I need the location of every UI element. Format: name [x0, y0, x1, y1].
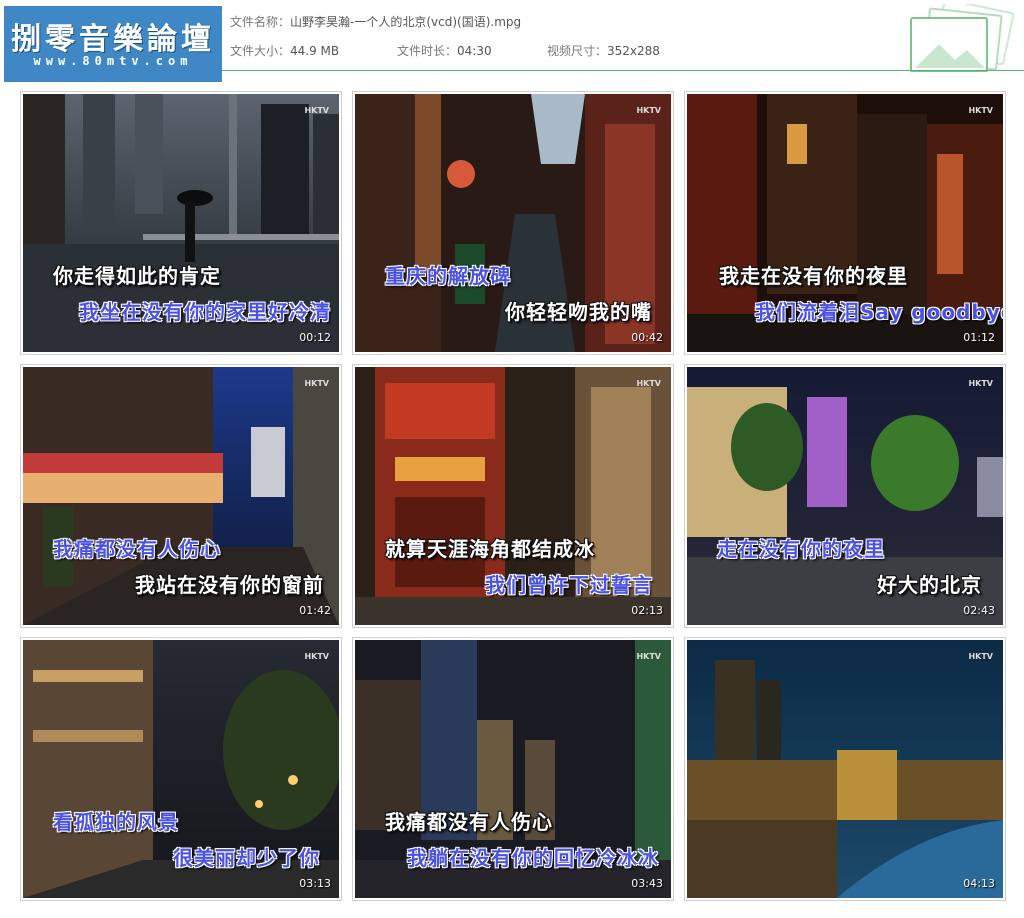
thumbnail-8-timestamp: 03:43: [631, 877, 663, 890]
thumbnail-7-timestamp: 03:13: [299, 877, 331, 890]
thumbnail-8[interactable]: HKTV 我痛都没有人伤心 我躺在没有你的回忆冷冰冰 03:43: [352, 637, 674, 901]
thumbnail-5-lyric-line2: 我们曾许下过誓言: [485, 573, 653, 597]
thumbnail-8-lyric-line1: 我痛都没有人伤心: [385, 810, 553, 834]
thumbnail-6-lyric-line2: 好大的北京: [877, 573, 982, 597]
thumbnail-3-watermark: HKTV: [968, 106, 993, 115]
thumbnail-9[interactable]: HKTV 04:13: [684, 637, 1006, 901]
thumbnail-2-watermark: HKTV: [636, 106, 661, 115]
thumbnail-8-lyric-line2: 我躺在没有你的回忆冷冰冰: [407, 846, 659, 870]
thumbnail-4-watermark: HKTV: [304, 379, 329, 388]
thumbnail-grid: HKTV 你走得如此的肯定 我坐在没有你的家里好冷清 00:12 HKTV 重庆…: [0, 0, 1024, 918]
thumbnail-2[interactable]: HKTV 重庆的解放碑 你轻轻吻我的嘴 00:42: [352, 91, 674, 355]
thumbnail-7-watermark: HKTV: [304, 652, 329, 661]
thumbnail-7-lyric-line1: 看孤独的风景: [53, 810, 179, 834]
thumbnail-3-timestamp: 01:12: [963, 331, 995, 344]
thumbnail-4[interactable]: HKTV 我痛都没有人伤心 我站在没有你的窗前 01:42: [20, 364, 342, 628]
thumbnail-4-lyric-line1: 我痛都没有人伤心: [53, 537, 221, 561]
thumbnail-5-lyric-line1: 就算天涯海角都结成冰: [385, 537, 595, 561]
thumbnail-9-watermark: HKTV: [968, 652, 993, 661]
thumbnail-4-lyric-line2: 我站在没有你的窗前: [135, 573, 324, 597]
thumbnail-1-lyric-line1: 你走得如此的肯定: [53, 264, 221, 288]
thumbnail-5[interactable]: HKTV 就算天涯海角都结成冰 我们曾许下过誓言 02:13: [352, 364, 674, 628]
thumbnail-3-lyric-line2: 我们流着泪Say goodbye: [755, 300, 1003, 324]
thumbnail-6-timestamp: 02:43: [963, 604, 995, 617]
thumbnail-7-lyric-line2: 很美丽却少了你: [173, 846, 320, 870]
thumbnail-1-watermark: HKTV: [304, 106, 329, 115]
thumbnail-1-lyric-line2: 我坐在没有你的家里好冷清: [79, 300, 331, 324]
thumbnail-5-timestamp: 02:13: [631, 604, 663, 617]
thumbnail-1-timestamp: 00:12: [299, 331, 331, 344]
thumbnail-9-timestamp: 04:13: [963, 877, 995, 890]
thumbnail-1[interactable]: HKTV 你走得如此的肯定 我坐在没有你的家里好冷清 00:12: [20, 91, 342, 355]
thumbnail-7[interactable]: HKTV 看孤独的风景 很美丽却少了你 03:13: [20, 637, 342, 901]
thumbnail-6-lyric-line1: 走在没有你的夜里: [717, 537, 885, 561]
thumbnail-5-watermark: HKTV: [636, 379, 661, 388]
thumbnail-2-lyric-line2: 你轻轻吻我的嘴: [505, 300, 652, 324]
thumbnail-3-lyric-line1: 我走在没有你的夜里: [719, 264, 908, 288]
thumbnail-8-watermark: HKTV: [636, 652, 661, 661]
thumbnail-3[interactable]: HKTV 我走在没有你的夜里 我们流着泪Say goodbye 01:12: [684, 91, 1006, 355]
thumbnail-6-watermark: HKTV: [968, 379, 993, 388]
thumbnail-9-image: [687, 640, 1003, 898]
thumbnail-2-timestamp: 00:42: [631, 331, 663, 344]
thumbnail-4-timestamp: 01:42: [299, 604, 331, 617]
thumbnail-2-lyric-line1: 重庆的解放碑: [385, 264, 511, 288]
thumbnail-6[interactable]: HKTV 走在没有你的夜里 好大的北京 02:43: [684, 364, 1006, 628]
